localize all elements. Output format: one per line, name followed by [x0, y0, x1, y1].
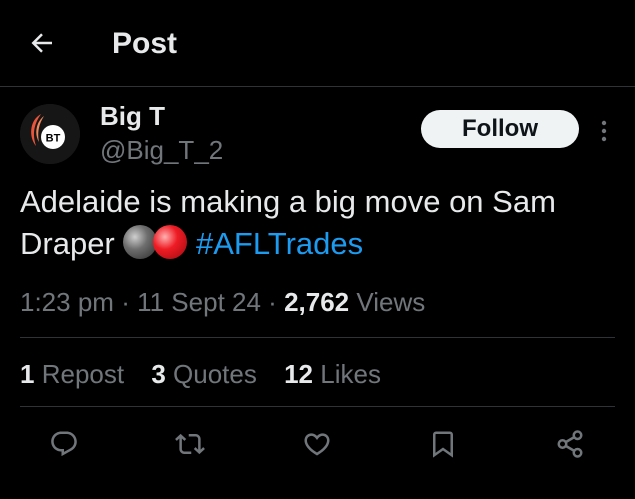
repost-icon	[175, 433, 205, 455]
avatar[interactable]: BT	[20, 104, 80, 164]
tweet-time[interactable]: 1:23 pm	[20, 287, 114, 317]
repost-button[interactable]	[172, 426, 208, 462]
reposts-stat[interactable]: 1 Repost	[20, 359, 124, 389]
header: Post	[0, 0, 635, 87]
meta-separator: ·	[121, 287, 130, 317]
likes-stat[interactable]: 12 Likes	[284, 359, 381, 389]
black-ball-emoji	[123, 225, 158, 259]
likes-count: 12	[284, 359, 314, 389]
bookmark-button[interactable]	[425, 426, 461, 462]
reply-icon	[51, 431, 77, 457]
bookmark-icon	[433, 431, 453, 458]
like-button[interactable]	[299, 426, 335, 462]
share-button[interactable]	[552, 426, 588, 462]
reposts-label: Repost	[41, 359, 125, 389]
share-icon	[557, 430, 583, 458]
tweet-date[interactable]: 11 Sept 24	[137, 287, 261, 317]
follow-button[interactable]: Follow	[421, 110, 579, 148]
like-icon	[304, 433, 330, 456]
red-ball-emoji	[153, 225, 188, 259]
arrow-left-icon	[31, 33, 52, 53]
tweet-text: Adelaide is making a big move on Sam Dra…	[20, 181, 620, 265]
quotes-stat[interactable]: 3 Quotes	[151, 359, 257, 389]
svg-text:BT: BT	[46, 133, 61, 145]
meta-separator: ·	[268, 287, 277, 317]
action-bar	[20, 420, 615, 468]
engagement-stats: 1 Repost 3 Quotes 12 Likes	[20, 358, 401, 390]
more-button[interactable]	[594, 114, 614, 148]
tweet-meta: 1:23 pm · 11 Sept 24 · 2,762 Views	[20, 286, 425, 318]
more-vertical-icon	[601, 120, 607, 142]
quotes-count: 3	[151, 359, 166, 389]
views-count: 2,762	[284, 287, 350, 317]
hashtag-link[interactable]: #AFLTrades	[196, 226, 363, 261]
likes-label: Likes	[320, 359, 381, 389]
author-handle[interactable]: @Big_T_2	[100, 134, 223, 166]
author-display-name[interactable]: Big T	[100, 100, 165, 132]
page-title: Post	[112, 27, 178, 60]
back-button[interactable]	[22, 26, 62, 60]
quotes-label: Quotes	[173, 359, 257, 389]
views-label: Views	[356, 287, 426, 317]
reposts-count: 1	[20, 359, 35, 389]
post-page: Post BT Big T @Big_T_2 Follow Adelaide i…	[0, 0, 635, 499]
bt-logo-icon: BT	[20, 104, 80, 164]
divider	[20, 337, 615, 338]
divider	[20, 406, 615, 407]
reply-button[interactable]	[46, 426, 82, 462]
